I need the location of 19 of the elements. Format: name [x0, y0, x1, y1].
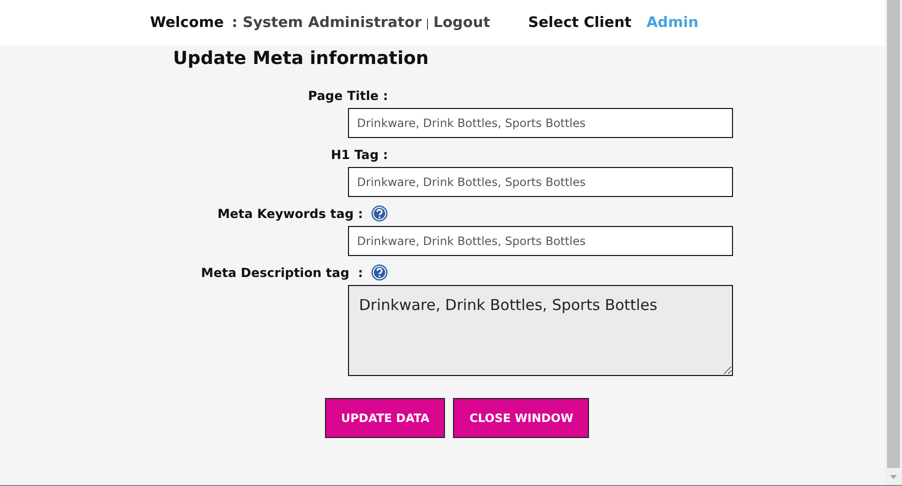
separator: |	[426, 16, 430, 30]
update-button[interactable]: UPDATE DATA	[325, 398, 446, 438]
description-field[interactable]: Drinkware, Drink Bottles, Sports Bottles	[348, 285, 733, 376]
help-icon[interactable]	[371, 204, 388, 222]
welcome-label: Welcome	[150, 15, 224, 31]
field-label: Meta Keywords tag :	[217, 206, 363, 220]
scrollbar[interactable]	[885, 0, 902, 485]
text-field[interactable]: Drinkware, Drink Bottles, Sports Bottles	[348, 167, 733, 197]
close-button[interactable]: CLOSE WINDOW	[453, 398, 590, 438]
text-field[interactable]: Drinkware, Drink Bottles, Sports Bottles	[348, 226, 733, 256]
user-name: : System Administrator	[232, 15, 422, 31]
select-client-label: Select Client	[528, 15, 632, 31]
logout-link[interactable]: Logout	[433, 15, 490, 31]
field-label: H1 Tag :	[330, 146, 388, 162]
text-field[interactable]: Drinkware, Drink Bottles, Sports Bottles	[348, 108, 733, 138]
help-icon[interactable]	[371, 264, 388, 280]
page-heading: Update Meta information	[173, 48, 430, 69]
field-label: Meta Description tag :	[201, 264, 363, 280]
field-label: Page Title :	[308, 88, 388, 102]
